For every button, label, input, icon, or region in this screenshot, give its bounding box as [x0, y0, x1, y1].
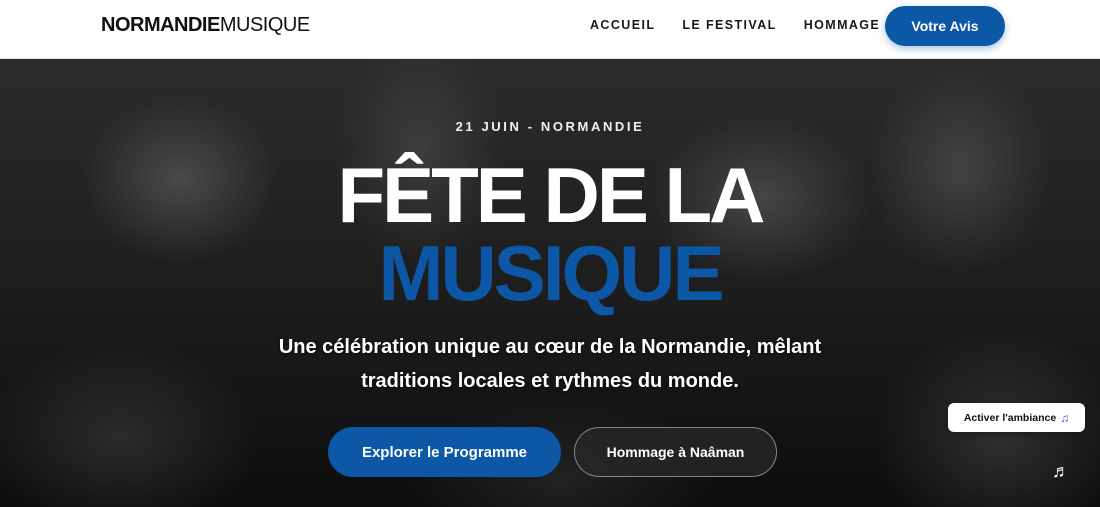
hero-content: 21 JUIN - NORMANDIE FÊTE DE LA MUSIQUE U… [0, 59, 1100, 507]
logo-bold: NORMANDIE [101, 14, 220, 36]
nav-item-accueil[interactable]: ACCUEIL [590, 18, 655, 32]
site-header: NORMANDIEMUSIQUE ACCUEIL LE FESTIVAL HOM… [0, 0, 1100, 59]
hero-eyebrow: 21 JUIN - NORMANDIE [455, 119, 645, 134]
nav-item-hommage[interactable]: HOMMAGE [804, 18, 880, 32]
logo-light: MUSIQUE [219, 14, 310, 36]
hero-section: 21 JUIN - NORMANDIE FÊTE DE LA MUSIQUE U… [0, 59, 1100, 507]
logo[interactable]: NORMANDIEMUSIQUE [101, 14, 310, 37]
explore-program-button[interactable]: Explorer le Programme [328, 427, 561, 477]
votre-avis-button[interactable]: Votre Avis [885, 6, 1005, 46]
hero-subtitle: Une célébration unique au cœur de la Nor… [278, 336, 822, 392]
hero-title-line1: FÊTE DE LA [337, 151, 765, 239]
music-note-icon: ♫ [1060, 410, 1070, 425]
main-nav: ACCUEIL LE FESTIVAL HOMMAGE [590, 18, 907, 32]
ambiance-label: Activer l'ambiance [963, 411, 1057, 424]
hommage-button[interactable]: Hommage à Naâman [574, 427, 777, 477]
music-icon[interactable]: ♬ [1049, 459, 1073, 483]
ambiance-toggle-button[interactable]: Activer l'ambiance ♫ [948, 403, 1085, 432]
nav-item-festival[interactable]: LE FESTIVAL [682, 18, 776, 32]
hero-title-line2: MUSIQUE [378, 229, 724, 317]
